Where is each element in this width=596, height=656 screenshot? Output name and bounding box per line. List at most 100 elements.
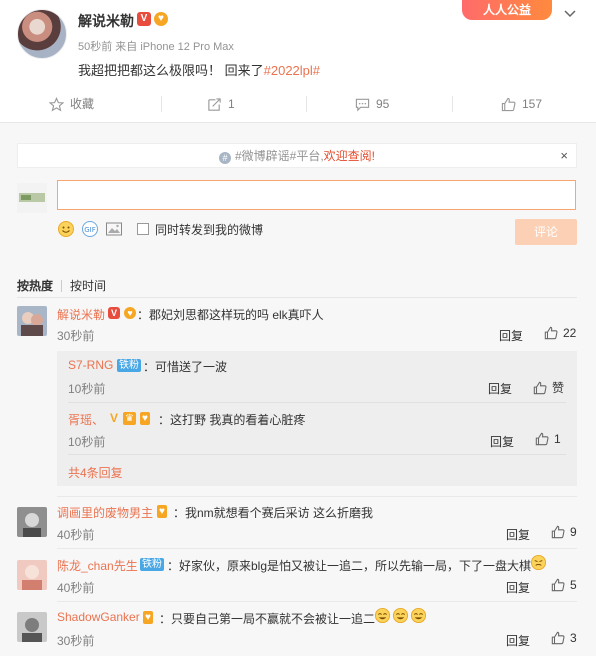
thumbs-up-icon [535, 432, 549, 446]
commenter-avatar[interactable] [17, 560, 47, 590]
fan-badge: 铁粉 [140, 558, 164, 571]
comment-like-count: 3 [570, 631, 577, 645]
reply-like-button[interactable]: 1 [535, 432, 561, 446]
divider [68, 454, 566, 455]
reply-time: 10秒前 [68, 382, 106, 396]
favorite-button[interactable]: 收藏 [49, 90, 94, 118]
comment-icon [355, 98, 370, 111]
notice-link[interactable]: 欢迎查阅! [324, 149, 375, 163]
comment-count: 95 [376, 97, 390, 111]
fan-medal-icon: ♥ [124, 307, 136, 319]
reply-like-label: 赞 [552, 381, 565, 395]
divider [57, 496, 577, 497]
comment-time: 30秒前 [57, 634, 95, 648]
favorite-label: 收藏 [70, 97, 95, 111]
image-icon[interactable] [105, 220, 123, 238]
comment-like-button[interactable]: 5 [551, 578, 577, 592]
thumbs-up-icon [551, 578, 565, 592]
comment-like-count: 22 [563, 326, 577, 340]
post-action-bar: 收藏 1 95 157 [0, 90, 596, 118]
public-welfare-badge[interactable]: 人人公益 [462, 0, 552, 20]
reply-button[interactable]: 回复 [499, 327, 523, 344]
thumbs-up-icon [533, 381, 547, 394]
comment-text: ：我nm就想看个赛后采访 这么折磨我 [173, 506, 374, 520]
comment-text: ：只要自己第一局不赢就不会被让一追二 [159, 612, 376, 626]
reply-author-name[interactable]: S7-RNG [68, 358, 113, 372]
commenter-name[interactable]: 解说米勒 [57, 306, 105, 323]
commenter-avatar[interactable] [17, 306, 47, 336]
close-icon[interactable]: × [560, 144, 568, 168]
post-hashtag[interactable]: #2022lpl# [264, 63, 320, 78]
thumbs-up-icon [544, 326, 558, 340]
forward-checkbox[interactable] [137, 223, 149, 235]
thumbs-up-icon [551, 525, 565, 539]
forward-count: 1 [228, 97, 235, 111]
commenter-name[interactable]: 陈龙_chan先生 [57, 557, 138, 574]
forward-button[interactable]: 1 [207, 90, 235, 118]
reply-author-name[interactable]: 胥瑶、 [68, 411, 104, 428]
reply-button[interactable]: 回复 [506, 579, 530, 596]
divider [452, 96, 453, 112]
divider [57, 548, 577, 549]
reply-like-button[interactable]: 赞 [533, 379, 564, 396]
chevron-down-icon[interactable] [563, 6, 577, 20]
sort-tabs: 按热度 按时间 [17, 277, 106, 294]
post-body: 我超把把都这么极限吗！ 回来了 [78, 63, 264, 78]
fan-medal-icon: ♥ [154, 12, 168, 26]
comment-like-button[interactable]: 3 [551, 631, 577, 645]
author-avatar[interactable] [17, 9, 67, 59]
vip-badge: V [110, 411, 119, 425]
like-button[interactable]: 157 [501, 90, 542, 118]
fan-level-icon: ♥ [140, 412, 150, 425]
comment-time: 40秒前 [57, 528, 95, 542]
divider [57, 601, 577, 602]
reply-time: 10秒前 [68, 435, 106, 449]
comment-like-button[interactable]: 9 [551, 525, 577, 539]
reply-button[interactable]: 回复 [506, 526, 530, 543]
comment-text: ：好家伙，原来blg是怕又被让一追二，所以先输一局，下了一盘大棋 [167, 559, 532, 573]
emoji-icon [410, 607, 427, 624]
emoji-icon [530, 554, 547, 571]
forward-checkbox-label: 同时转发到我的微博 [155, 222, 264, 237]
thumbs-up-icon [551, 631, 565, 645]
reply-button[interactable]: 回复 [490, 433, 514, 450]
verified-icon: V [137, 12, 151, 26]
comment-input[interactable] [57, 180, 576, 210]
post-text: 我超把把都这么极限吗！ 回来了#2022lpl# [78, 60, 320, 79]
tab-sort-time[interactable]: 按时间 [70, 277, 106, 294]
author-name[interactable]: 解说米勒 [78, 11, 134, 31]
divider [161, 96, 162, 112]
comment-button[interactable]: 95 [355, 90, 389, 118]
reply-text: ：这打野 我真的看着心脏疼 [158, 413, 306, 427]
reply-button[interactable]: 回复 [488, 380, 512, 397]
comment-like-count: 5 [570, 578, 577, 592]
reply-text: ：可惜送了一波 [143, 360, 228, 374]
gif-icon[interactable]: GIF [81, 220, 99, 238]
reply-button[interactable]: 回复 [506, 632, 530, 649]
star-icon [49, 96, 64, 111]
commenter-name[interactable]: ShadowGanker [57, 610, 140, 624]
more-replies-link[interactable]: 共4条回复 [68, 464, 123, 481]
submit-button[interactable]: 评论 [515, 219, 577, 245]
fan-level-icon: ♥ [143, 611, 153, 624]
comment-time: 40秒前 [57, 581, 95, 595]
level-badge-icon: ♛ [123, 412, 136, 425]
info-icon: # [218, 152, 231, 164]
comment-like-count: 9 [570, 525, 577, 539]
emoji-icon [374, 607, 391, 624]
comment-section: # #微博辟谣#平台,欢迎查阅! × GIF 同时转发到我的微博 评论 按热度 按… [0, 122, 596, 656]
emoji-icon[interactable] [57, 220, 75, 238]
thumbs-up-icon [501, 97, 516, 111]
comment-like-button[interactable]: 22 [544, 326, 576, 340]
commenter-avatar[interactable] [17, 507, 47, 537]
current-user-avatar [17, 183, 47, 213]
divider [306, 96, 307, 112]
post-meta: 50秒前 来自 iPhone 12 Pro Max [78, 41, 234, 53]
commenter-avatar[interactable] [17, 612, 47, 642]
commenter-name[interactable]: 调画里的废物男主 [57, 504, 153, 521]
fan-level-icon: ♥ [157, 505, 167, 518]
divider [61, 279, 63, 292]
tab-sort-hot[interactable]: 按热度 [17, 277, 53, 294]
like-count: 157 [522, 97, 543, 111]
notice-text: #微博辟谣#平台, [234, 149, 324, 163]
